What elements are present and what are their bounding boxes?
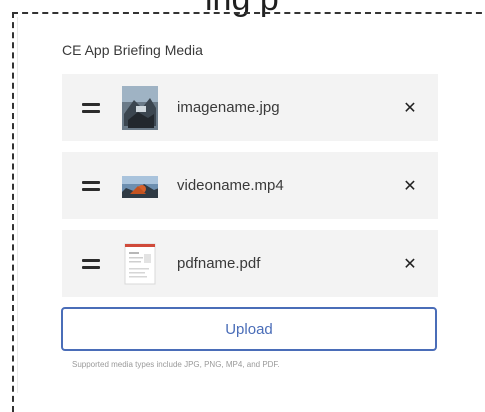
upload-button[interactable]: Upload	[61, 307, 437, 351]
pdf-thumbnail-icon	[122, 242, 158, 286]
drag-handle-icon[interactable]	[82, 180, 100, 191]
drag-handle-icon[interactable]	[82, 102, 100, 113]
image-thumbnail-icon	[122, 85, 158, 130]
media-item-video: videoname.mp4 ✕	[62, 152, 438, 219]
media-section-title: CE App Briefing Media	[62, 42, 203, 58]
media-filename: pdfname.pdf	[177, 255, 261, 272]
supported-types-hint: Supported media types include JPG, PNG, …	[72, 360, 280, 369]
video-thumbnail-icon	[122, 164, 158, 208]
media-filename: videoname.mp4	[177, 177, 284, 194]
media-item-image: imagename.jpg ✕	[62, 74, 438, 141]
remove-icon[interactable]: ✕	[400, 254, 420, 274]
media-filename: imagename.jpg	[177, 99, 280, 116]
remove-icon[interactable]: ✕	[400, 98, 420, 118]
drag-handle-icon[interactable]	[82, 258, 100, 269]
media-item-pdf: pdfname.pdf ✕	[62, 230, 438, 297]
remove-icon[interactable]: ✕	[400, 176, 420, 196]
